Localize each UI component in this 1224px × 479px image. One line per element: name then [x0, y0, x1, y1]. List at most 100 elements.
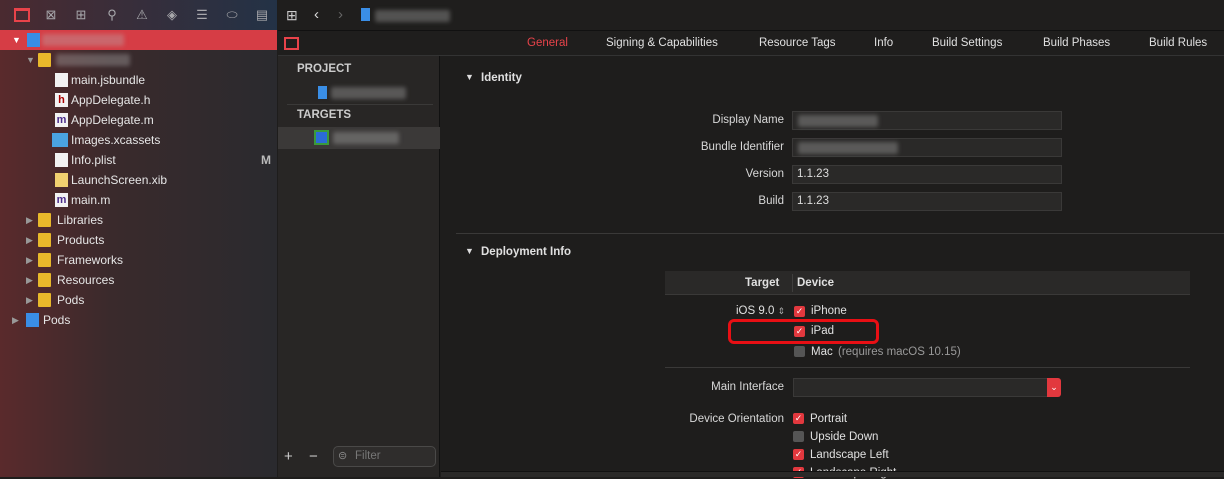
app-icon — [314, 130, 329, 145]
landscape-left-label: Landscape Left — [810, 449, 889, 461]
group-row[interactable]: ▶ Products — [0, 230, 277, 250]
version-field[interactable]: 1.1.23 — [792, 165, 1062, 184]
project-root-row[interactable]: ▼ — [0, 30, 277, 50]
stepper-icon: ⇕ — [777, 306, 786, 316]
target-column-header: Target — [745, 277, 780, 289]
project-label: Pods — [43, 313, 71, 327]
tab-build-phases[interactable]: Build Phases — [1043, 37, 1110, 49]
upside-down-checkbox[interactable] — [793, 431, 804, 442]
remove-target-button[interactable]: − — [309, 448, 318, 465]
deployment-section-title: Deployment Info — [481, 246, 572, 258]
file-row[interactable]: m main.m — [0, 190, 277, 210]
file-icon — [55, 73, 68, 87]
filter-placeholder: Filter — [355, 450, 381, 462]
tab-resource-tags[interactable]: Resource Tags — [759, 37, 836, 49]
file-row[interactable]: main.jsbundle — [0, 70, 277, 90]
orientation-label: Device Orientation — [689, 413, 784, 425]
target-device-header: Target Device — [665, 271, 1190, 295]
tab-signing[interactable]: Signing & Capabilities — [606, 37, 718, 49]
mac-label: Mac — [811, 346, 833, 358]
upside-down-label: Upside Down — [810, 431, 879, 443]
device-column-header: Device — [797, 277, 835, 289]
iphone-checkbox[interactable]: ✓ — [794, 306, 805, 317]
landscape-left-checkbox[interactable]: ✓ — [793, 449, 804, 460]
project-file-icon — [361, 8, 370, 21]
main-interface-select[interactable] — [793, 378, 1049, 397]
mac-requirement-note: (requires macOS 10.15) — [838, 346, 961, 358]
file-label: main.jsbundle — [71, 73, 146, 87]
tab-info[interactable]: Info — [874, 37, 893, 49]
mac-checkbox[interactable] — [794, 346, 805, 357]
project-file-icon — [318, 86, 327, 99]
breakpoint-icon[interactable]: ⬭ — [224, 8, 240, 22]
jump-bar: ⊞ ‹ › — [278, 0, 1224, 31]
portrait-checkbox[interactable]: ✓ — [793, 413, 804, 424]
navigator-toolbar: ⊠ ⊞ ⚲ ⚠ ◈ ☰ ⬭ ▤ — [0, 0, 277, 31]
group-label: Resources — [57, 273, 115, 287]
bottom-bar — [441, 471, 1224, 477]
project-header: PROJECT — [297, 63, 352, 75]
test-icon[interactable]: ◈ — [164, 8, 180, 22]
file-label: LaunchScreen.xib — [71, 173, 168, 187]
file-row[interactable]: Info.plist M — [0, 150, 277, 170]
grid-icon[interactable]: ⊞ — [286, 7, 298, 24]
group-row[interactable]: ▶ Resources — [0, 270, 277, 290]
chevron-down-icon[interactable]: ⌄ — [1047, 378, 1061, 397]
build-field[interactable]: 1.1.23 — [792, 192, 1062, 211]
group-row[interactable]: ▶ Frameworks — [0, 250, 277, 270]
portrait-label: Portrait — [810, 413, 848, 425]
source-control-icon[interactable]: ⊠ — [43, 8, 59, 22]
warning-icon[interactable]: ⚠ — [134, 8, 150, 22]
ios-version-stepper[interactable]: iOS 9.0 ⇕ — [736, 305, 785, 317]
plist-icon — [55, 153, 68, 167]
group-row[interactable]: ▶ Libraries — [0, 210, 277, 230]
report-icon[interactable]: ▤ — [254, 8, 270, 22]
file-row[interactable]: m AppDelegate.m — [0, 110, 277, 130]
display-name-label: Display Name — [712, 114, 784, 126]
editor-tabs: General Signing & Capabilities Resource … — [278, 31, 1224, 56]
ios-version-value: iOS 9.0 — [736, 305, 775, 317]
main-interface-label: Main Interface — [711, 381, 784, 393]
debug-icon[interactable]: ☰ — [194, 8, 210, 22]
file-label: AppDelegate.m — [71, 113, 154, 127]
target-row[interactable] — [278, 127, 440, 149]
xib-icon — [55, 173, 68, 187]
project-row[interactable]: ▶ Pods — [0, 310, 277, 330]
iphone-label: iPhone — [811, 305, 847, 317]
collapse-deployment-icon[interactable]: ▼ — [465, 246, 474, 256]
file-label: main.m — [71, 193, 111, 207]
ipad-checkbox[interactable]: ✓ — [794, 326, 805, 337]
display-name-field[interactable] — [792, 111, 1062, 130]
back-icon[interactable]: ‹ — [314, 6, 319, 23]
file-row[interactable]: LaunchScreen.xib — [0, 170, 277, 190]
file-label: AppDelegate.h — [71, 93, 151, 107]
hierarchy-icon[interactable]: ⊞ — [73, 8, 89, 22]
tab-general[interactable]: General — [527, 37, 568, 49]
file-row[interactable]: h AppDelegate.h — [0, 90, 277, 110]
folder-icon[interactable] — [14, 8, 30, 22]
add-target-button[interactable]: + — [284, 448, 293, 465]
tab-build-rules[interactable]: Build Rules — [1149, 37, 1207, 49]
search-icon[interactable]: ⚲ — [104, 8, 120, 22]
tab-build-settings[interactable]: Build Settings — [932, 37, 1002, 49]
objc-file-icon: m — [55, 113, 68, 127]
identity-section-title: Identity — [481, 72, 522, 84]
group-row[interactable]: ▶ Pods — [0, 290, 277, 310]
bundle-id-field[interactable] — [792, 138, 1062, 157]
build-label: Build — [758, 195, 784, 207]
header-file-icon: h — [55, 93, 68, 107]
filter-icon: ⊜ — [338, 450, 348, 462]
bundle-id-label: Bundle Identifier — [700, 141, 784, 153]
group-label: Frameworks — [57, 253, 124, 267]
group-label: Libraries — [57, 213, 104, 227]
sidebar-toggle-icon[interactable] — [284, 37, 299, 50]
forward-icon[interactable]: › — [338, 6, 343, 23]
group-row[interactable]: ▼ — [0, 50, 277, 70]
targets-sidebar: PROJECT TARGETS + − ⊜ Filter — [278, 56, 440, 477]
file-label: Images.xcassets — [71, 133, 161, 147]
file-label: Info.plist — [71, 153, 116, 167]
objc-file-icon: m — [55, 193, 68, 207]
collapse-identity-icon[interactable]: ▼ — [465, 72, 474, 82]
filter-input[interactable]: ⊜ Filter — [333, 446, 436, 467]
file-row[interactable]: Images.xcassets — [0, 130, 277, 150]
